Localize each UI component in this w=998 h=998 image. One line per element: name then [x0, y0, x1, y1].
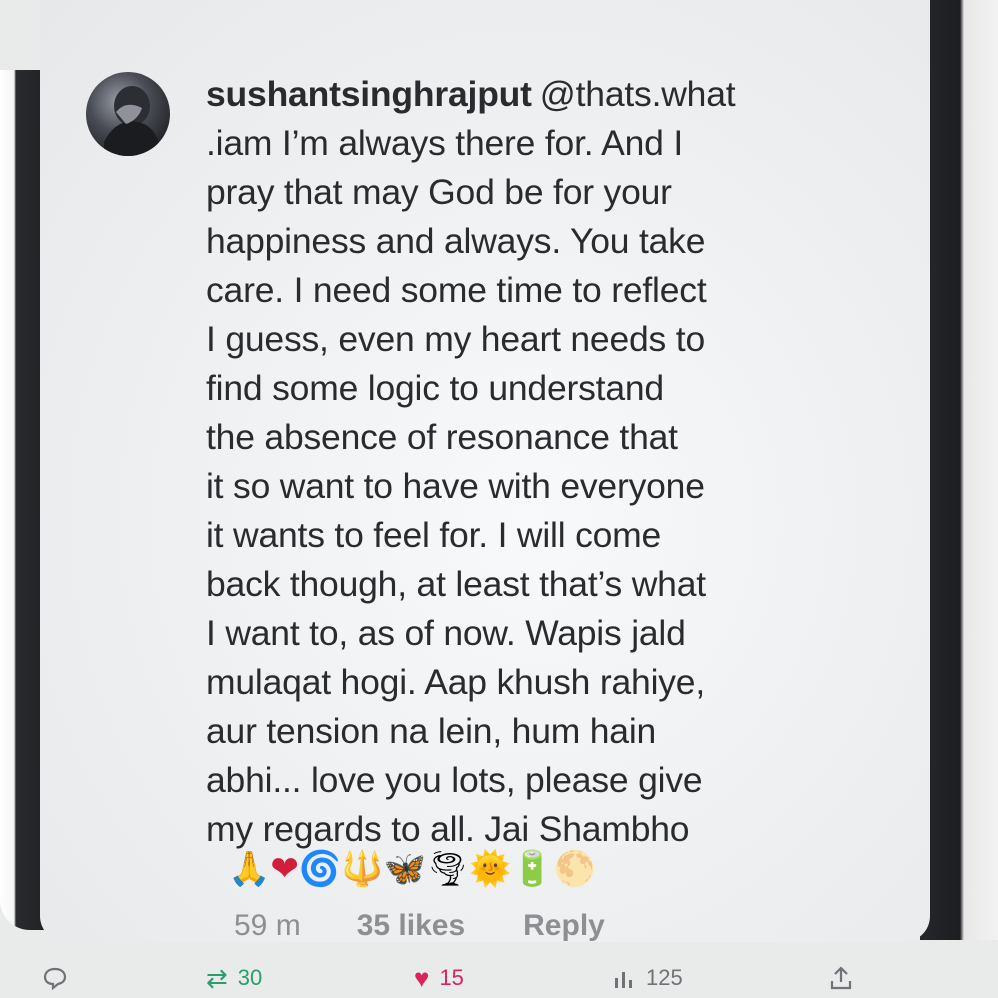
folded-hands-emoji-icon: 🙏 [228, 850, 271, 888]
comment-line: happiness and always. You take [206, 221, 706, 261]
comment-bubble-icon [43, 967, 67, 991]
tweet-share-button[interactable] [828, 958, 854, 998]
comment-line: the absence of resonance that [206, 417, 678, 457]
cyclone-emoji-icon: 🌀 [298, 850, 342, 888]
comment-text: sushantsinghrajput @thats.what .iam I’m a… [206, 70, 866, 854]
butterfly-emoji-icon: 🦋 [383, 850, 426, 888]
trident-emoji-icon: 🔱 [341, 850, 384, 888]
tweet-retweet-button[interactable]: ⇄ 30 [206, 958, 262, 998]
retweet-icon: ⇄ [206, 962, 228, 993]
comment-line: find some logic to understand [206, 368, 664, 408]
comment-line: .iam I’m always there for. And I [206, 123, 683, 163]
sun-emoji-icon: 🌞 [469, 850, 512, 888]
comment-line: sushantsinghrajput @thats.what [206, 70, 866, 119]
retweet-count: 30 [237, 965, 263, 990]
comment-line: I guess, even my heart needs to [206, 319, 705, 359]
battery-emoji-icon: 🔋 [511, 850, 554, 888]
comment-line: it wants to feel for. I will come [206, 515, 662, 555]
reply-button[interactable]: Reply [523, 909, 605, 943]
profile-photo-icon [104, 86, 160, 156]
comment-line: back though, at least that’s what [206, 564, 706, 604]
comment-meta: 59 m 35 likes Reply [234, 903, 605, 949]
comment-likes-count[interactable]: 35 likes [357, 909, 465, 943]
comment-username[interactable]: sushantsinghrajput [206, 74, 532, 114]
like-count: 15 [439, 965, 464, 990]
comment-line: pray that may God be for your [206, 172, 672, 212]
comment-line: mulaqat hogi. Aap khush rahiye, [206, 662, 706, 702]
comment-timestamp: 59 m [234, 909, 301, 942]
tornado-emoji-icon: 🌪 [425, 850, 470, 888]
comment-line: aur tension na lein, hum hain [206, 711, 657, 751]
full-moon-emoji-icon: 🌕 [553, 850, 597, 888]
red-heart-emoji-icon: ❤ [270, 850, 299, 888]
comment-line: I want to, as of now. Wapis jald [206, 613, 686, 653]
avatar[interactable] [86, 72, 170, 156]
tweet-like-button[interactable]: ♥ 15 [414, 958, 464, 998]
emoji-row: 🙏 ❤ 🌀 🔱 🦋 🌪 🌞 🔋 🌕 [228, 848, 596, 890]
monitor-frame-right [920, 0, 998, 940]
comment-line: care. I need some time to reflect [206, 270, 707, 310]
comment-line: abhi... love you lots, please give [206, 760, 703, 800]
comment-line-text: @thats.what [539, 74, 736, 114]
comment-line: it so want to have with everyone [206, 466, 705, 506]
views-count: 125 [646, 965, 683, 990]
share-icon [830, 966, 852, 990]
tweet-views-button[interactable]: 125 [612, 958, 683, 998]
tweet-action-bar: ⇄ 30 ♥ 15 125 [0, 958, 998, 998]
heart-icon: ♥ [414, 962, 430, 993]
bar-chart-icon [615, 972, 632, 988]
tweet-reply-button[interactable] [42, 958, 68, 998]
comment-line: my regards to all. Jai Shambho [206, 809, 690, 849]
